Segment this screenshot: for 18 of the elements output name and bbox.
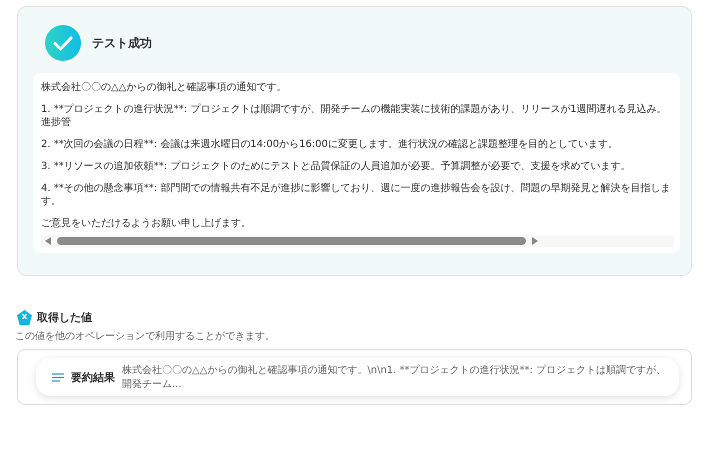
output-line: 1. **プロジェクトの進行状況**: プロジェクトは順調ですが、開発チームの機能実装に技術的課題があり、リリースが1週間遅れる見込み。進捗管 [41, 103, 668, 129]
section-description: この値を他のオペレーションで利用することができます。 [15, 330, 276, 343]
scroll-left-icon[interactable] [45, 237, 51, 245]
text-lines-icon [52, 372, 64, 382]
output-line: 3. **リソースの追加依頼**: プロジェクトのためにテストと品質保証の人員追加が必要。予算調整が必要で、支援を求めています。 [41, 160, 632, 173]
output-line: ご意見をいただけるようお願い申し上げます。 [41, 217, 252, 230]
section-title: 取得した値 [37, 310, 92, 325]
horizontal-scrollbar[interactable] [41, 235, 674, 247]
value-label: 要約結果 [71, 370, 115, 384]
scroll-right-icon[interactable] [532, 237, 538, 245]
value-text: 株式会社〇〇の△△からの御礼と確認事項の通知です。\n\n1. **プロジェクトの進行状況**: プロジェクトは順調ですが、開発チーム... [122, 364, 668, 391]
scrollbar-thumb[interactable] [57, 237, 526, 245]
value-chip[interactable]: 要約結果 株式会社〇〇の△△からの御礼と確認事項の通知です。\n\n1. **プロジェクトの進行状況**: プロジェクトは順調ですが、開発チーム... [36, 358, 679, 396]
result-title: テスト成功 [92, 34, 152, 52]
output-line: 株式会社〇〇の△△からの御礼と確認事項の通知です。 [41, 81, 288, 94]
output-line: 2. **次回の会議の日程**: 会議は来週水曜日の14:00から16:00に変更します。進行状況の確認と課題整理を目的としています。 [41, 138, 619, 151]
output-line: 4. **その他の懸念事項**: 部門間での情報共有不足が進捗に影響しており、週に一度の進捗報告会を設け、問題の早期発見と解決を目指します。 [41, 182, 672, 208]
variable-badge: x [17, 310, 32, 325]
